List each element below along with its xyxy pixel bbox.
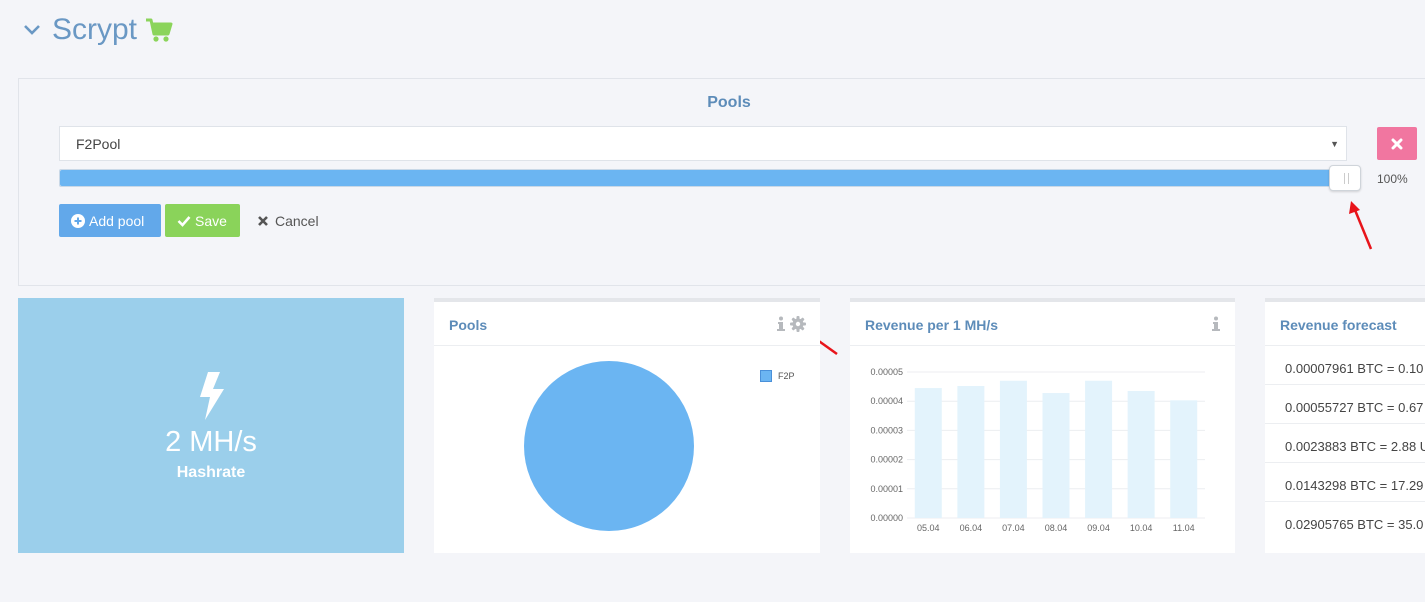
close-icon xyxy=(1391,138,1403,149)
bar xyxy=(1042,393,1070,518)
forecast-row: 0.0143298 BTC = 17.29 xyxy=(1265,463,1425,502)
info-icon[interactable] xyxy=(776,316,786,332)
bar xyxy=(999,380,1027,518)
close-icon xyxy=(258,215,268,226)
add-pool-label: Add pool xyxy=(89,212,145,229)
revenue-chart-card: Revenue per 1 MH/s 0.00000 0.00001 0.00002… xyxy=(850,298,1235,553)
bar xyxy=(1170,400,1198,518)
x-tick-label: 09.04 xyxy=(1087,523,1110,533)
card-header: Pools xyxy=(434,302,820,346)
pool-select-value: F2Pool xyxy=(76,136,121,152)
legend-swatch xyxy=(760,370,772,382)
y-tick-label: 0.00002 xyxy=(870,455,903,465)
bar xyxy=(914,388,942,518)
bar xyxy=(1127,390,1155,518)
cancel-label: Cancel xyxy=(275,212,319,229)
y-tick-label: 0.00000 xyxy=(870,513,903,523)
revenue-forecast-card: Revenue forecast 0.00007961 BTC = 0.10 0… xyxy=(1265,298,1425,553)
pool-select[interactable]: F2Pool ▼ xyxy=(59,126,1347,161)
remove-pool-button[interactable] xyxy=(1377,127,1417,160)
save-label: Save xyxy=(195,212,227,229)
gear-icon[interactable] xyxy=(790,316,806,332)
hashrate-tile: 2 MH/s Hashrate xyxy=(18,298,404,553)
x-tick-label: 06.04 xyxy=(960,523,983,533)
slider-fill xyxy=(60,170,1345,186)
card-header: Revenue per 1 MH/s xyxy=(850,302,1235,346)
chevron-down-icon[interactable] xyxy=(22,20,42,40)
forecast-row: 0.0023883 BTC = 2.88 U xyxy=(1265,424,1425,463)
x-tick-label: 10.04 xyxy=(1130,523,1153,533)
y-tick-label: 0.00001 xyxy=(870,484,903,494)
forecast-list: 0.00007961 BTC = 0.10 0.00055727 BTC = 0… xyxy=(1265,346,1425,541)
add-pool-button[interactable]: Add pool xyxy=(59,204,161,237)
x-tick-label: 08.04 xyxy=(1045,523,1068,533)
card-title: Revenue per 1 MH/s xyxy=(865,317,999,333)
x-tick-label: 05.04 xyxy=(917,523,940,533)
forecast-row: 0.02905765 BTC = 35.0 xyxy=(1285,517,1424,532)
hashrate-value: 2 MH/s xyxy=(165,426,257,458)
hashrate-label: Hashrate xyxy=(176,464,246,481)
cancel-button[interactable]: Cancel xyxy=(253,204,323,237)
caret-down-icon: ▼ xyxy=(1330,139,1339,149)
bolt-icon xyxy=(200,372,224,420)
revenue-bar-chart: 0.00000 0.00001 0.00002 0.00003 0.00004 0.000… xyxy=(870,367,1205,533)
forecast-row: 0.00007961 BTC = 0.10 xyxy=(1265,346,1425,385)
page-header: Scrypt xyxy=(22,10,173,50)
forecast-row: 0.00055727 BTC = 0.67 xyxy=(1265,385,1425,424)
pools-chart-card: Pools F2P xyxy=(434,298,820,553)
slider-handle[interactable] xyxy=(1329,165,1361,191)
page-title: Scrypt xyxy=(52,13,138,46)
check-icon xyxy=(177,215,191,227)
y-tick-label: 0.00003 xyxy=(870,425,903,435)
card-header: Revenue forecast xyxy=(1265,302,1425,346)
pie-slice xyxy=(524,361,694,531)
x-tick-label: 11.04 xyxy=(1173,523,1195,533)
pools-editor-panel: Pools F2Pool ▼ 100% Add pool Save Cancel xyxy=(18,78,1425,286)
plus-circle-icon xyxy=(71,213,85,228)
cart-icon xyxy=(146,18,173,42)
y-tick-label: 0.00005 xyxy=(870,367,903,377)
y-tick-label: 0.00004 xyxy=(870,396,903,406)
editor-title: Pools xyxy=(707,94,751,111)
legend-label: F2P xyxy=(778,371,795,381)
x-tick-label: 07.04 xyxy=(1002,523,1025,533)
card-title: Revenue forecast xyxy=(1280,317,1397,333)
pie-legend: F2P xyxy=(760,370,795,382)
save-button[interactable]: Save xyxy=(165,204,240,237)
info-icon[interactable] xyxy=(1211,316,1221,332)
bar xyxy=(1085,380,1113,518)
card-title: Pools xyxy=(449,317,488,333)
bar xyxy=(957,386,985,518)
slider-value: 100% xyxy=(1377,172,1408,186)
pool-share-slider[interactable] xyxy=(59,165,1361,191)
